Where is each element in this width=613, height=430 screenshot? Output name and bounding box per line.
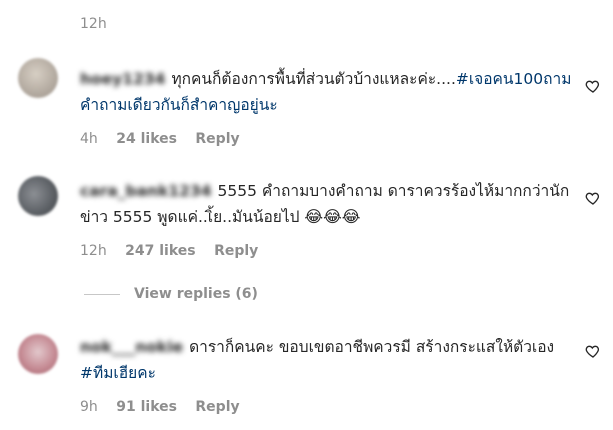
emoji-laugh: 😂😂😂 bbox=[304, 207, 361, 226]
view-replies-label: View replies (6) bbox=[134, 286, 258, 302]
avatar[interactable] bbox=[18, 176, 58, 216]
likes-count[interactable]: 24 likes bbox=[116, 131, 177, 147]
comment-time: 9h bbox=[80, 399, 98, 415]
hashtag-link[interactable]: #ทีมเฮียคะ bbox=[80, 364, 156, 382]
heart-icon[interactable] bbox=[585, 190, 601, 206]
reply-button[interactable]: Reply bbox=[195, 399, 239, 415]
likes-count[interactable]: 247 likes bbox=[125, 243, 195, 259]
comment-body: hoey1234 ทุกคนก็ต้องการพื้นที่ส่วนตัวบ้าง… bbox=[80, 66, 580, 118]
reply-thread-line bbox=[84, 293, 120, 295]
username[interactable]: nok___nokie bbox=[80, 334, 183, 360]
heart-icon[interactable] bbox=[585, 343, 601, 359]
comment-body: cara_bank1234 5555 คำถามบางคำถาม ดาราควรร… bbox=[80, 178, 580, 230]
comment-body: nok___nokie ดาราก็คนคะ ขอบเขตอาชีพควรมี ส… bbox=[80, 334, 580, 386]
heart-icon[interactable] bbox=[585, 78, 601, 94]
avatar[interactable] bbox=[18, 334, 58, 374]
reply-button[interactable]: Reply bbox=[214, 243, 258, 259]
avatar[interactable] bbox=[18, 58, 58, 98]
view-replies-button[interactable]: View replies (6) bbox=[84, 286, 258, 302]
comment-time: 4h bbox=[80, 131, 98, 147]
comment-text: ทุกคนก็ต้องการพื้นที่ส่วนตัวบ้างแหละค่ะ.… bbox=[171, 70, 456, 88]
top-timestamp: 12h bbox=[80, 16, 107, 32]
comment-actions: 9h 91 likes Reply bbox=[80, 399, 254, 415]
likes-count[interactable]: 91 likes bbox=[116, 399, 177, 415]
comment-actions: 12h 247 likes Reply bbox=[80, 243, 272, 259]
comment-actions: 4h 24 likes Reply bbox=[80, 131, 254, 147]
comment-time: 12h bbox=[80, 243, 107, 259]
comment-text: ดาราก็คนคะ ขอบเขตอาชีพควรมี สร้างกระแสให… bbox=[189, 338, 555, 356]
reply-button[interactable]: Reply bbox=[195, 131, 239, 147]
username[interactable]: hoey1234 bbox=[80, 66, 165, 92]
username[interactable]: cara_bank1234 bbox=[80, 178, 212, 204]
